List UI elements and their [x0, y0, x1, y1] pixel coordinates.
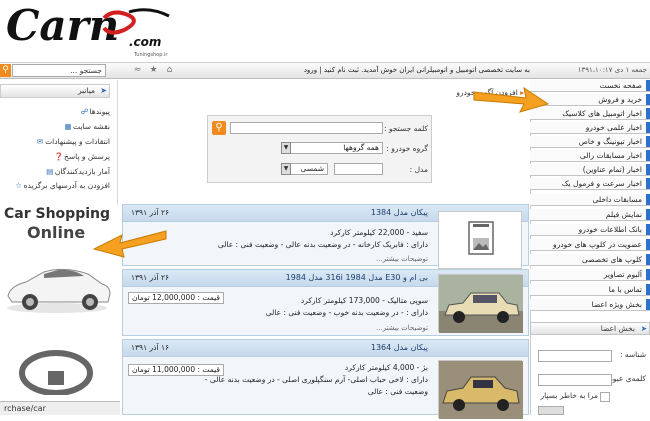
listing-title[interactable]: پیکان مدل 1364 [371, 342, 428, 354]
menu-item-local-races[interactable]: مسابقات داخلی [530, 194, 650, 206]
pointer-arrow-left-icon [92, 230, 167, 258]
menu-item-rally-news[interactable]: اخبار مسابقات رالی [530, 150, 650, 162]
search-go-button[interactable]: ⚲ [0, 64, 11, 77]
listing-header [123, 340, 528, 357]
listing-summary: سوپی متالیک - 173,000 کیلومتر کارکرد [300, 296, 428, 305]
username-input[interactable] [538, 350, 612, 362]
menu-item-f1-news[interactable]: اخبار سرعت و فرمول یک [530, 178, 650, 190]
login-arrow-icon: ➤ [640, 324, 647, 333]
sidebar-link-favorites[interactable]: افزودن به آدرسهای برگزیده☆ [0, 180, 110, 192]
listing-car-photo [439, 275, 523, 333]
ad-title-line1: Car Shopping [4, 206, 110, 222]
breadcrumb[interactable]: ▸ افزودن آگهی خودرو [122, 86, 530, 99]
model-dropdown-icon[interactable]: ▼ [281, 163, 291, 175]
menu-item-specialty-clubs[interactable]: کلوپ های تخصصی [530, 254, 650, 266]
listing-features-cont: وضعیت فنی : عالی [367, 387, 428, 396]
listing-date: ۱۶ آذر ۱۳۹۱ [131, 343, 170, 352]
sidebar-link-stats[interactable]: آمار بازدیدکنندگان▤ [0, 166, 110, 178]
ad-url-text: rchase/car [0, 401, 120, 415]
listing-photo-placeholder[interactable] [438, 211, 522, 269]
listing-features: دارای : - در وضعیت بدنه خوب - وضعیت فنی … [265, 308, 428, 317]
listing-1[interactable]: پیکان مدل 1384 ۲۶ آذر ۱۳۹۱ سفید - 22,000… [122, 204, 529, 269]
ad-car-image [7, 268, 111, 313]
sidebar-link-sitemap[interactable]: نقشه سایت▦ [0, 121, 110, 133]
pointer-arrow-right-icon [473, 86, 550, 113]
listing-2[interactable]: بی ام و E30 مدل 1984 316i مدل 1984 ۲۶ آذ… [122, 269, 529, 336]
listing-date: ۲۶ آذر ۱۳۹۱ [131, 208, 170, 217]
remember-label: مرا به خاطر بسپار [540, 391, 598, 400]
listing-photo[interactable] [438, 274, 523, 333]
no-photo-icon [468, 221, 494, 255]
listing-car-photo [439, 361, 523, 419]
members-login-header: ➤ بخش اعضا [530, 322, 650, 335]
menu-item-photo-album[interactable]: آلبوم تصاویر [530, 269, 650, 281]
password-input[interactable] [538, 374, 612, 386]
svg-text:.com: .com [129, 35, 161, 49]
keyword-label: کلمه جستجو : [383, 124, 428, 133]
remember-checkbox[interactable] [600, 392, 610, 402]
menu-item-science-news[interactable]: اخبار علمی خودرو [530, 122, 650, 134]
sitemap-icon: ▦ [64, 122, 72, 131]
top-search-input[interactable]: جستجو ... [12, 64, 106, 77]
group-dropdown-icon[interactable]: ▼ [281, 142, 291, 154]
chart-icon: ▤ [46, 167, 54, 176]
menu-item-all-news[interactable]: اخبار (تمام عناوین) [530, 164, 650, 176]
svg-text:Carn: Carn [6, 1, 119, 50]
ad-steering-wheel-image [19, 350, 93, 395]
star-icon: ☆ [15, 181, 22, 190]
sidebar-link-feedback[interactable]: انتقادات و پیشنهادات✉ [0, 136, 110, 148]
feedback-icon: ✉ [36, 137, 44, 146]
model-calendar-select[interactable]: شمسی [290, 163, 328, 175]
shortcuts-icon: ➤ [100, 86, 107, 95]
svg-text:Tuningshop.ir: Tuningshop.ir [133, 52, 168, 58]
login-button[interactable] [538, 406, 564, 415]
question-icon: ❓ [54, 152, 64, 161]
menu-item-tuning-news[interactable]: اخبار تیونینگ و خاص [530, 136, 650, 148]
welcome-text[interactable]: به سایت تخصصی اتومبیل و اتومبیلرانی ایرا… [230, 64, 530, 77]
listing-date: ۲۶ آذر ۱۳۹۱ [131, 273, 170, 282]
listing-more-link[interactable]: توضیحات بیشتر... [376, 254, 428, 264]
keyword-input[interactable] [230, 122, 383, 134]
listing-more-link[interactable]: توضیحات بیشتر... [376, 323, 428, 333]
link-icon: ☍ [80, 107, 89, 116]
sidebar-link-links[interactable]: پیوندها☍ [0, 106, 110, 118]
listing-photo[interactable] [438, 360, 523, 419]
sidebar-link-faq[interactable]: پرسش و پاسخ❓ [0, 151, 110, 163]
group-label: گروه خودرو : [386, 144, 428, 153]
menu-item-club-membership[interactable]: عضویت در کلوپ های خودرو [530, 239, 650, 251]
listing-summary: سفید - 22,000 کیلومتر کارکرد [330, 228, 428, 237]
listing-title[interactable]: بی ام و E30 مدل 1984 316i مدل 1984 [286, 272, 428, 284]
listing-features: دارای : لاخی حباب اصلی- آرم سنگپلوری اصل… [204, 375, 428, 384]
listing-title[interactable]: پیکان مدل 1384 [371, 207, 428, 219]
bookmark-star-icon[interactable]: ★ [148, 64, 159, 76]
site-header: Carn .com Tuningshop.ir [0, 0, 650, 62]
ad-title-line2: Online [27, 223, 86, 242]
rss-icon[interactable]: ≈ [132, 64, 143, 76]
listing-3[interactable]: پیکان مدل 1364 ۱۶ آذر ۱۳۹۱ قیمت : 11,000… [122, 339, 529, 419]
search-submit-button[interactable]: ⚲ [212, 121, 226, 135]
listing-features: دارای : فابریک کارخانه - در وضعیت بدنه ع… [217, 240, 428, 249]
menu-item-contact[interactable]: تماس با ما [530, 284, 650, 296]
listing-price: قیمت : 12,000,000 تومان [128, 292, 224, 304]
menu-item-videos[interactable]: نمایش فیلم [530, 209, 650, 221]
current-date: جمعه ۱ دی ۱۳۹۱،۱۰:۱۷ [577, 66, 647, 74]
model-label: مدل : [409, 165, 428, 174]
site-logo[interactable]: Carn .com Tuningshop.ir [4, 0, 194, 60]
model-input[interactable] [334, 163, 383, 175]
group-select[interactable]: همه گروهها [290, 142, 383, 154]
menu-item-members-area[interactable]: بخش ویژه اعضا [530, 299, 650, 311]
home-icon[interactable]: ⌂ [164, 64, 175, 76]
menu-item-car-database[interactable]: بانک اطلاعات خودرو [530, 224, 650, 236]
shortcuts-header: ➤ میانبر [0, 84, 110, 98]
listing-summary: بژ - 4,000 کیلومتر کارکرد [344, 363, 428, 372]
